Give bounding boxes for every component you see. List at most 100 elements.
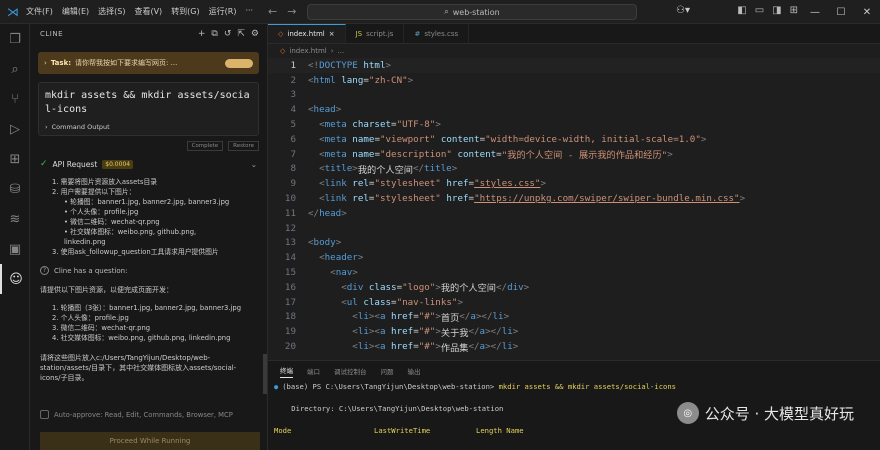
menu-selection[interactable]: 选择(S)	[98, 6, 125, 17]
api-request-row[interactable]: ✓ API Request $0.0004 ⌄	[40, 159, 257, 169]
tab-styles-css[interactable]: # styles.css	[404, 24, 470, 43]
toggle-sidebar-icon[interactable]: ◧	[737, 5, 746, 16]
breadcrumb-rest[interactable]: ...	[338, 47, 345, 55]
code-token: >	[451, 163, 458, 175]
settings-gear-icon[interactable]: ⚙	[251, 29, 259, 39]
maximize-button[interactable]: ☐	[828, 0, 854, 24]
code-token: html	[313, 74, 336, 86]
code-token: li	[501, 326, 513, 338]
terminal-prompt: (base) PS C:\Users\TangYijun\Desktop\web…	[282, 382, 677, 391]
code-token: li	[357, 326, 369, 338]
breadcrumb-file[interactable]: index.html	[289, 47, 326, 55]
tab-ports[interactable]: 端口	[307, 366, 320, 376]
menu-file[interactable]: 文件(F)	[26, 6, 53, 17]
command-center-search[interactable]: ⌕ web-station	[307, 4, 637, 20]
tab-problems[interactable]: 问题	[381, 366, 394, 376]
task-header[interactable]: › Task: 请你帮我按如下要求编写网页: ...	[38, 52, 259, 74]
line-number: 2	[290, 74, 296, 86]
complete-button[interactable]: Complete	[186, 141, 224, 151]
code-line[interactable]: 12	[268, 221, 880, 236]
code-token: >	[667, 148, 673, 160]
code-line[interactable]: 16 < div class = "logo" > 我的个人空间 </div >	[268, 280, 880, 295]
code-line[interactable]: 8 < title > 我的个人空间 </title >	[268, 162, 880, 177]
source-control-icon[interactable]: ⑂	[0, 84, 30, 114]
database-icon[interactable]: ⛁	[0, 174, 30, 204]
menu-go[interactable]: 转到(G)	[171, 6, 199, 17]
code-line[interactable]: 1 <! DOCTYPE html >	[268, 58, 880, 73]
mcp-servers-icon[interactable]: ⧉	[211, 29, 217, 39]
code-line[interactable]: 6 < meta name = "viewport" content = "width=d…	[268, 132, 880, 147]
code-line[interactable]: 18 < li >< a href = "#" > 首页 </a ></li >	[268, 310, 880, 325]
new-task-icon[interactable]: +	[198, 29, 206, 39]
code-token: meta	[324, 133, 347, 145]
extensions-icon[interactable]: ⊞	[0, 144, 30, 174]
code-token: rel	[346, 193, 369, 205]
auto-approve-checkbox[interactable]	[40, 410, 49, 419]
code-line[interactable]: 11 </head >	[268, 206, 880, 221]
popout-icon[interactable]: ⇱	[237, 29, 245, 39]
breadcrumb-separator-icon: ›	[330, 46, 334, 55]
menu-view[interactable]: 查看(V)	[134, 6, 162, 17]
close-icon[interactable]: ×	[329, 30, 335, 38]
run-debug-icon[interactable]: ▷	[0, 114, 30, 144]
code-token: >	[512, 326, 519, 338]
vscode-logo-icon: ⋊	[7, 4, 19, 19]
toggle-secondary-sidebar-icon[interactable]: ◨	[772, 5, 781, 16]
explorer-icon[interactable]: ❐	[0, 24, 30, 54]
layout-icon[interactable]: ⊞	[790, 5, 798, 16]
close-button[interactable]: ✕	[854, 0, 880, 24]
history-icon[interactable]: ↺	[224, 29, 232, 39]
line-number: 15	[284, 267, 296, 279]
code-line[interactable]: 13 < body >	[268, 236, 880, 251]
tab-script-js[interactable]: JS script.js	[346, 24, 405, 43]
cline-robot-icon[interactable]: ☺	[0, 264, 30, 294]
tab-output[interactable]: 输出	[408, 366, 421, 376]
code-editor[interactable]: 1 <! DOCTYPE html >2 < html lang = "zh-CN" >3 4 < h…	[268, 58, 880, 358]
tab-debug-console[interactable]: 调试控制台	[334, 366, 367, 376]
code-token: <!	[308, 59, 320, 71]
code-line[interactable]: 10 < link rel = "stylesheet" href = "https://…	[268, 191, 880, 206]
search-view-icon[interactable]: ⌕	[0, 54, 30, 84]
code-line[interactable]: 4 < head >	[268, 102, 880, 117]
tab-terminal[interactable]: 终端	[280, 365, 293, 378]
menu-edit[interactable]: 编辑(E)	[62, 6, 89, 17]
code-line[interactable]: 19 < li >< a href = "#" > 关于我 </a ></li >	[268, 324, 880, 339]
toggle-panel-icon[interactable]: ▭	[755, 5, 764, 16]
proceed-while-running-button[interactable]: Proceed While Running	[40, 432, 260, 450]
code-line[interactable]: 5 < meta charset = "UTF-8" >	[268, 117, 880, 132]
code-line[interactable]: 7 < meta name = "description" content = "我的个人…	[268, 147, 880, 162]
code-line[interactable]: 17 < ul class = "nav-links" >	[268, 295, 880, 310]
breadcrumb: ◇ index.html › ...	[268, 44, 344, 57]
code-token: >	[739, 193, 746, 205]
chevron-down-icon[interactable]: ⌄	[251, 160, 257, 169]
restore-button[interactable]: Restore	[228, 141, 259, 151]
forward-arrow-icon[interactable]: →	[287, 5, 296, 18]
back-arrow-icon[interactable]: ←	[268, 5, 277, 18]
layers-icon[interactable]: ≋	[0, 204, 30, 234]
minimize-button[interactable]: —	[802, 0, 828, 24]
code-line[interactable]: 9 < link rel = "stylesheet" href = "styles.cs…	[268, 176, 880, 191]
remote-icon[interactable]: ▣	[0, 234, 30, 264]
tab-index-html[interactable]: ◇ index.html ×	[268, 24, 346, 43]
copilot-icon[interactable]: ⚇▾	[676, 5, 690, 16]
task-chevron-icon: ›	[44, 59, 47, 67]
code-line[interactable]: 2 < html lang = "zh-CN" >	[268, 73, 880, 88]
editor-tabs: ◇ index.html × JS script.js # styles.css	[268, 24, 880, 44]
code-token: "我的个人空间 - 展示我的作品和经历"	[501, 150, 668, 162]
auto-approve-row[interactable]: Auto-approve: Read, Edit, Commands, Brow…	[40, 410, 233, 419]
task-expand-toggle[interactable]	[225, 58, 253, 68]
menu-run[interactable]: 运行(R)	[209, 6, 237, 17]
command-block: mkdir assets && mkdir assets/social-icon…	[38, 82, 259, 136]
sidebar-scrollbar[interactable]	[263, 354, 267, 394]
command-output-toggle[interactable]: › Command Output	[45, 123, 252, 131]
code-line[interactable]: 3	[268, 88, 880, 103]
code-line[interactable]: 14 < header >	[268, 250, 880, 265]
code-line[interactable]: 15 < nav >	[268, 265, 880, 280]
menu-more[interactable]: ···	[245, 6, 253, 17]
code-line[interactable]: 20 < li >< a href = "#" > 作品集 </a ></li >	[268, 339, 880, 354]
code-token: "description"	[379, 148, 452, 160]
code-token: href	[440, 178, 469, 190]
